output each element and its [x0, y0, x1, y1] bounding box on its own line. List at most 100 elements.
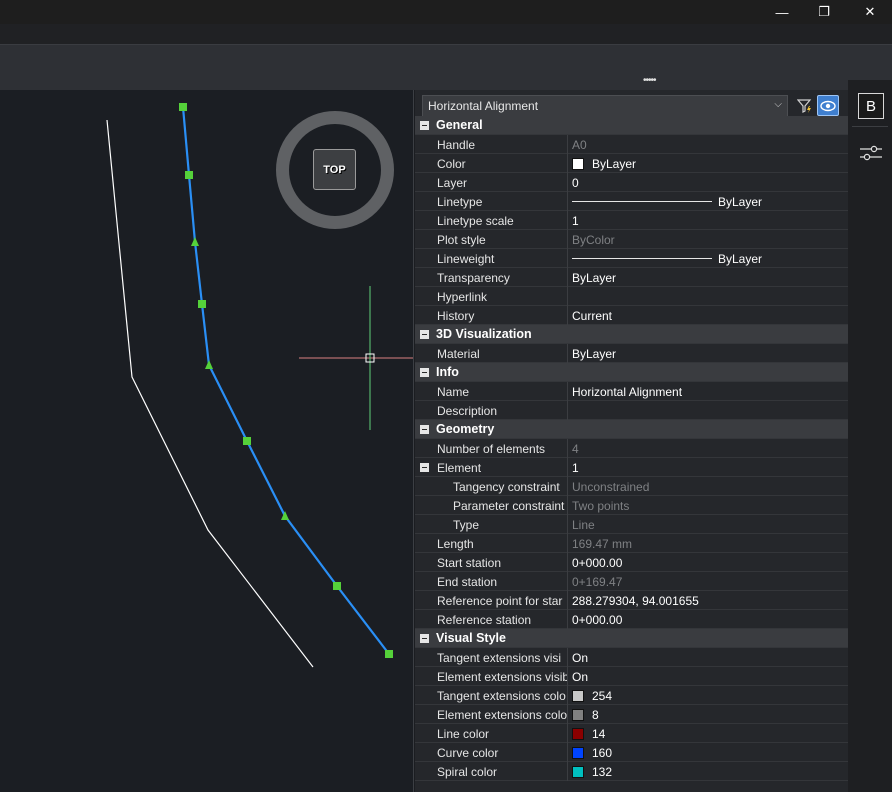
property-row[interactable]: Linetype ByLayer	[415, 192, 848, 211]
category-3d-visualization[interactable]: 3D Visualization	[415, 325, 848, 344]
property-value-text: 288.279304, 94.001655	[572, 593, 699, 608]
property-value[interactable]: 0	[567, 173, 848, 192]
grip-square[interactable]	[385, 650, 393, 658]
drawing-viewport[interactable]: TOP	[0, 90, 414, 792]
property-value[interactable]: 288.279304, 94.001655	[567, 591, 848, 610]
property-value[interactable]: ByLayer	[567, 192, 848, 211]
grip-square[interactable]	[185, 171, 193, 179]
property-row[interactable]: Element extensions visib On	[415, 667, 848, 686]
grip-square[interactable]	[333, 582, 341, 590]
close-button[interactable]: ✕	[848, 0, 892, 24]
property-value[interactable]: ByLayer	[567, 268, 848, 287]
property-row[interactable]: Hyperlink	[415, 287, 848, 306]
property-row[interactable]: Lineweight ByLayer	[415, 249, 848, 268]
quick-select-icon[interactable]	[795, 96, 815, 116]
property-row[interactable]: Handle A0	[415, 135, 848, 154]
property-value[interactable]: Current	[567, 306, 848, 325]
property-value[interactable]: On	[567, 667, 848, 686]
property-name: Line color	[437, 727, 490, 741]
offset-polyline[interactable]	[106, 119, 314, 668]
property-value[interactable]: On	[567, 648, 848, 667]
grip-triangle[interactable]	[205, 360, 213, 369]
toggle-pickadd-icon[interactable]	[817, 95, 839, 116]
property-value[interactable]: ByLayer	[567, 249, 848, 268]
color-swatch	[572, 157, 584, 170]
property-row[interactable]: Line color 14	[415, 724, 848, 743]
property-row[interactable]: Tangency constraint Unconstrained	[415, 477, 848, 496]
property-row[interactable]: Type Line	[415, 515, 848, 534]
property-row[interactable]: Reference point for star 288.279304, 94.0…	[415, 591, 848, 610]
sliders-icon[interactable]	[858, 140, 884, 166]
chevron-down-icon: ⌵	[774, 99, 782, 110]
property-row[interactable]: Color ByLayer	[415, 154, 848, 173]
grip-square[interactable]	[198, 300, 206, 308]
property-row[interactable]: Curve color 160	[415, 743, 848, 762]
property-row[interactable]: End station 0+169.47	[415, 572, 848, 591]
title-bar: — ❐ ✕	[0, 0, 892, 24]
property-row[interactable]: Transparency ByLayer	[415, 268, 848, 287]
collapse-icon[interactable]	[420, 330, 429, 339]
property-row[interactable]: Element 1	[415, 458, 848, 477]
collapse-icon[interactable]	[420, 425, 429, 434]
property-value[interactable]: 254	[567, 686, 848, 705]
collapse-icon[interactable]	[420, 634, 429, 643]
property-row[interactable]: Start station 0+000.00	[415, 553, 848, 572]
property-row[interactable]: History Current	[415, 306, 848, 325]
properties-panel: Horizontal Alignment ⌵ General Handle A0 Co…	[415, 90, 848, 792]
property-value[interactable]: 8	[567, 705, 848, 724]
property-name: Linetype scale	[437, 214, 514, 228]
collapse-icon[interactable]	[420, 368, 429, 377]
panel-grip-icon[interactable]: •••••	[643, 75, 656, 86]
grip-square[interactable]	[179, 103, 187, 111]
grip-triangle[interactable]	[191, 237, 199, 246]
property-value[interactable]: ByLayer	[567, 344, 848, 363]
property-row[interactable]: Description	[415, 401, 848, 420]
property-row[interactable]: Spiral color 132	[415, 762, 848, 781]
grip-square[interactable]	[243, 437, 251, 445]
property-value[interactable]: 1	[567, 211, 848, 230]
property-row[interactable]: Reference station 0+000.00	[415, 610, 848, 629]
menu-bar	[0, 24, 892, 44]
object-type-select[interactable]: Horizontal Alignment ⌵	[422, 95, 788, 117]
collapse-icon[interactable]	[420, 463, 429, 472]
property-value[interactable]: Horizontal Alignment	[567, 382, 848, 401]
property-value[interactable]: 0+000.00	[567, 553, 848, 572]
property-value-text: 1	[572, 460, 579, 475]
property-name: Transparency	[437, 271, 510, 285]
viewcube-top-face[interactable]: TOP	[313, 149, 356, 190]
property-name: Name	[437, 385, 470, 399]
collapse-icon[interactable]	[420, 121, 429, 130]
property-row[interactable]: Material ByLayer	[415, 344, 848, 363]
property-row[interactable]: Name Horizontal Alignment	[415, 382, 848, 401]
property-value-text: On	[572, 650, 589, 665]
property-name: Length	[437, 537, 474, 551]
ribbon: •••••	[0, 44, 892, 90]
property-value[interactable]	[567, 401, 848, 420]
property-value[interactable]: 1	[567, 458, 848, 477]
property-row[interactable]: Element extensions colo 8	[415, 705, 848, 724]
property-row[interactable]: Number of elements 4	[415, 439, 848, 458]
property-row[interactable]: Plot style ByColor	[415, 230, 848, 249]
property-row[interactable]: Layer 0	[415, 173, 848, 192]
category-geometry[interactable]: Geometry	[415, 420, 848, 439]
property-value[interactable]: 132	[567, 762, 848, 781]
property-value[interactable]: 160	[567, 743, 848, 762]
minimize-button[interactable]: —	[760, 0, 804, 24]
restore-button[interactable]: ❐	[802, 0, 846, 24]
category-general[interactable]: General	[415, 116, 848, 135]
properties-tab-button[interactable]: B	[858, 93, 884, 119]
property-row[interactable]: Tangent extensions visi On	[415, 648, 848, 667]
linetype-preview	[572, 258, 712, 259]
property-value[interactable]: 0+000.00	[567, 610, 848, 629]
property-row[interactable]: Parameter constraint Two points	[415, 496, 848, 515]
property-name: Type	[453, 518, 480, 532]
property-row[interactable]: Linetype scale 1	[415, 211, 848, 230]
property-value[interactable]: ByLayer	[567, 154, 848, 173]
property-row[interactable]: Length 169.47 mm	[415, 534, 848, 553]
property-value[interactable]	[567, 287, 848, 306]
category-info[interactable]: Info	[415, 363, 848, 382]
property-row[interactable]: Tangent extensions colo 254	[415, 686, 848, 705]
property-value: 4	[567, 439, 848, 458]
category-visual-style[interactable]: Visual Style	[415, 629, 848, 648]
property-value[interactable]: 14	[567, 724, 848, 743]
